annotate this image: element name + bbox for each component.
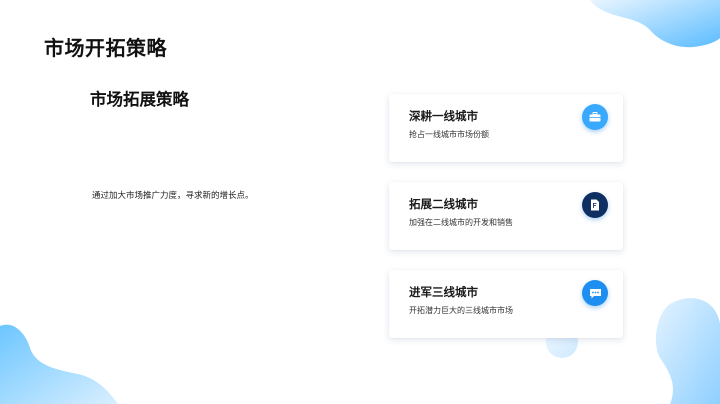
card-title: 深耕一线城市 [409,109,478,123]
card-subtitle: 开拓潜力巨大的三线城市市场 [409,306,513,315]
description-text: 通过加大市场推广力度，寻求新的增长点。 [92,191,254,201]
chat-bubble-icon [582,280,608,306]
briefcase-icon [582,104,608,130]
card-subtitle: 抢占一线城市市场份额 [409,130,489,139]
card-subtitle: 加强在二线城市的开发和销售 [409,218,513,227]
decorative-blob-top-right [590,0,720,48]
strategy-card-tier3: 进军三线城市 开拓潜力巨大的三线城市市场 [389,270,623,338]
document-icon [582,192,608,218]
strategy-card-tier2: 拓展二线城市 加强在二线城市的开发和销售 [389,182,623,250]
card-title: 进军三线城市 [409,285,478,299]
section-subtitle: 市场拓展策略 [90,90,189,109]
strategy-card-tier1: 深耕一线城市 抢占一线城市市场份额 [389,94,623,162]
card-title: 拓展二线城市 [409,197,478,211]
slide-title: 市场开拓策略 [44,36,167,60]
decorative-blob-bottom-left [0,324,118,404]
